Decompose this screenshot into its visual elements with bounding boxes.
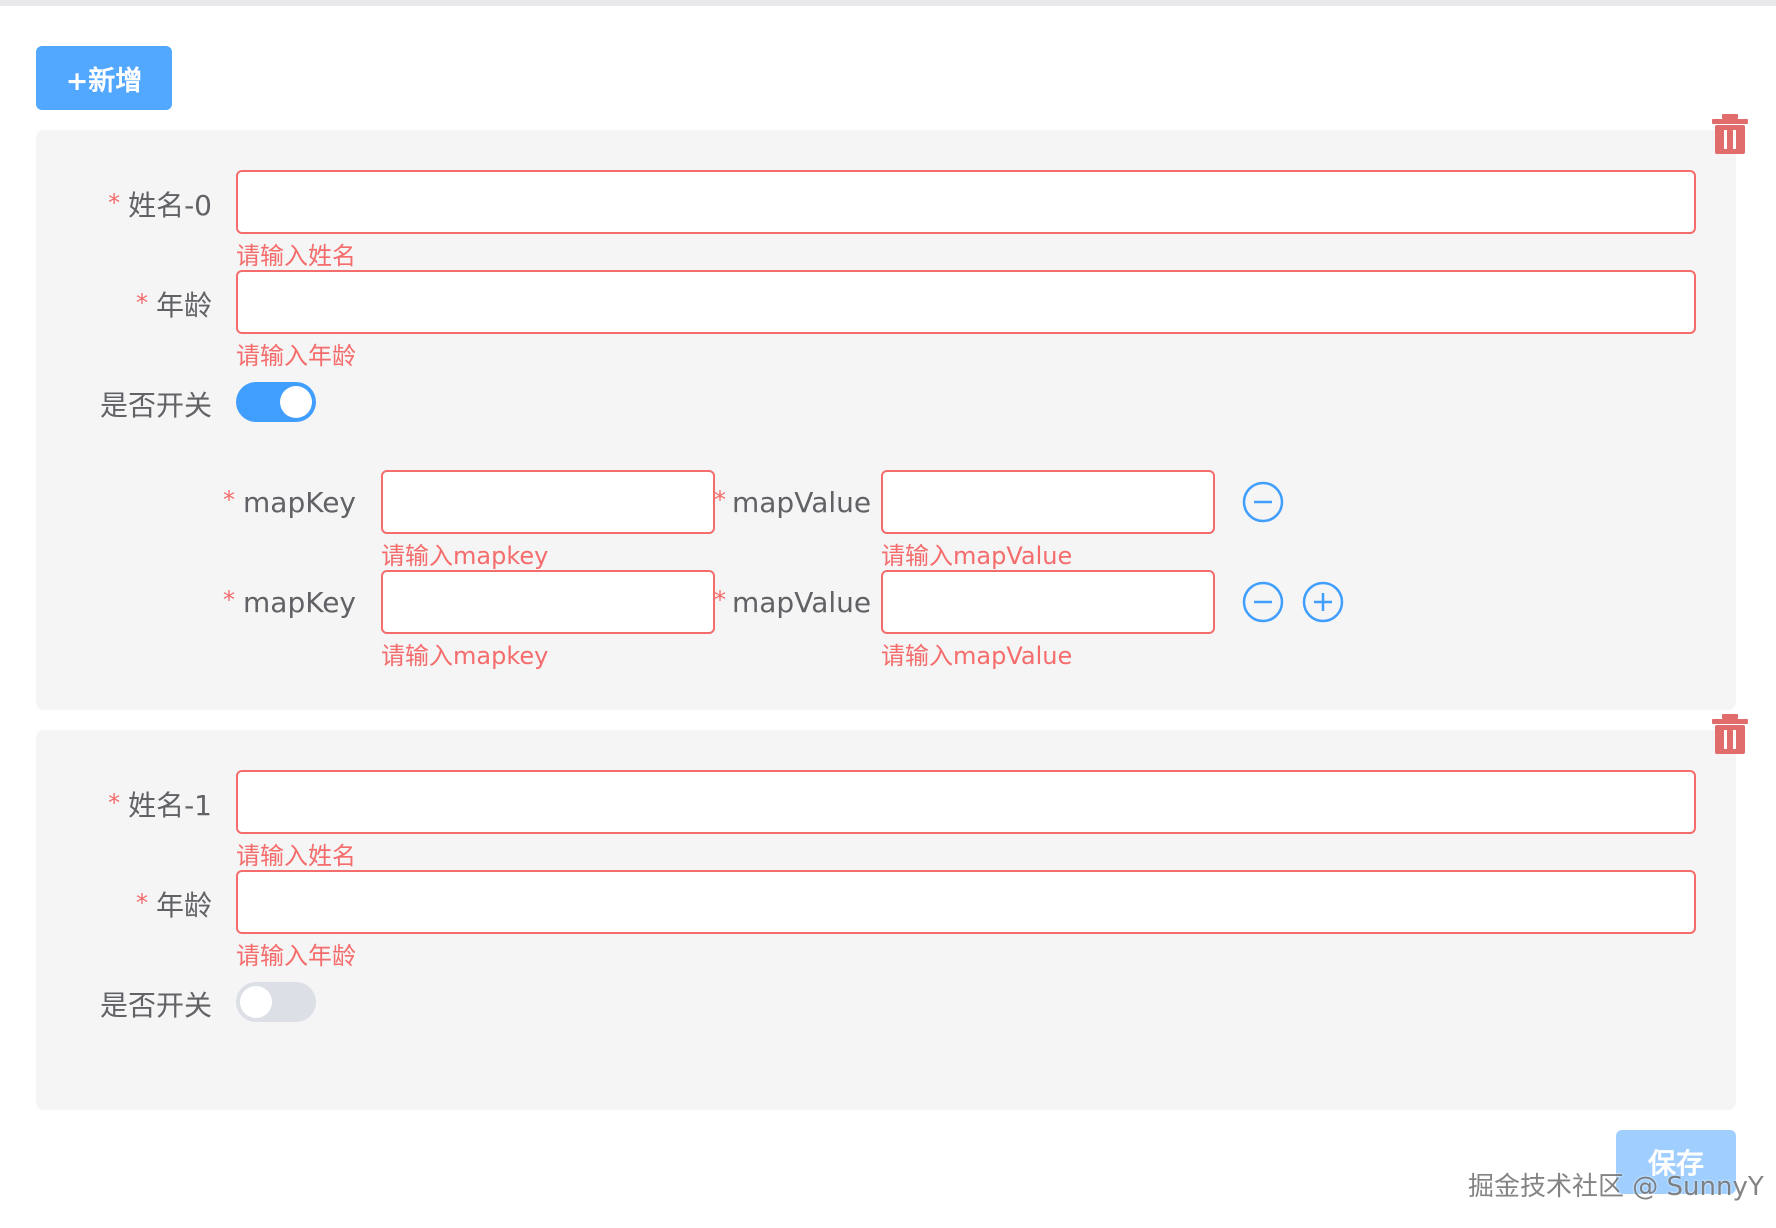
age-input[interactable] bbox=[236, 270, 1696, 334]
trash-icon[interactable] bbox=[1710, 712, 1750, 756]
minus-circle-icon[interactable] bbox=[1242, 581, 1284, 623]
mapvalue-label: * mapValue bbox=[714, 586, 872, 619]
toggle-switch[interactable] bbox=[236, 982, 316, 1022]
toggle-switch[interactable] bbox=[236, 382, 316, 422]
age-input[interactable] bbox=[236, 870, 1696, 934]
switch-knob bbox=[280, 386, 312, 418]
age-label: * 年龄 bbox=[135, 289, 212, 322]
top-border bbox=[0, 0, 1776, 6]
mapvalue-error-message: 请输入mapValue bbox=[881, 642, 1073, 670]
name-label: * 姓名-0 bbox=[108, 189, 212, 222]
age-error-message: 请输入年龄 bbox=[236, 342, 356, 370]
age-label: * 年龄 bbox=[135, 889, 212, 922]
name-label: * 姓名-1 bbox=[108, 789, 212, 822]
mapvalue-input[interactable] bbox=[881, 570, 1215, 634]
watermark: 掘金技术社区 @ SunnyY bbox=[1468, 1172, 1764, 1202]
mapvalue-input[interactable] bbox=[881, 470, 1215, 534]
mapkey-error-message: 请输入mapkey bbox=[381, 642, 549, 670]
name-error-message: 请输入姓名 bbox=[236, 842, 356, 870]
add-group-button[interactable]: +新增 bbox=[36, 46, 172, 110]
mapvalue-error-message: 请输入mapValue bbox=[881, 542, 1073, 570]
name-error-message: 请输入姓名 bbox=[236, 242, 356, 270]
trash-icon[interactable] bbox=[1710, 112, 1750, 156]
name-input[interactable] bbox=[236, 170, 1696, 234]
mapvalue-label: * mapValue bbox=[714, 486, 872, 519]
switch-label: 是否开关 bbox=[99, 989, 212, 1022]
mapkey-label: * mapKey bbox=[223, 586, 356, 619]
mapkey-error-message: 请输入mapkey bbox=[381, 542, 549, 570]
name-input[interactable] bbox=[236, 770, 1696, 834]
mapkey-input[interactable] bbox=[381, 470, 715, 534]
mapkey-input[interactable] bbox=[381, 570, 715, 634]
minus-circle-icon[interactable] bbox=[1242, 481, 1284, 523]
age-error-message: 请输入年龄 bbox=[236, 942, 356, 970]
mapkey-label: * mapKey bbox=[223, 486, 356, 519]
switch-knob bbox=[240, 986, 272, 1018]
switch-label: 是否开关 bbox=[99, 389, 212, 422]
plus-circle-icon[interactable] bbox=[1302, 581, 1344, 623]
